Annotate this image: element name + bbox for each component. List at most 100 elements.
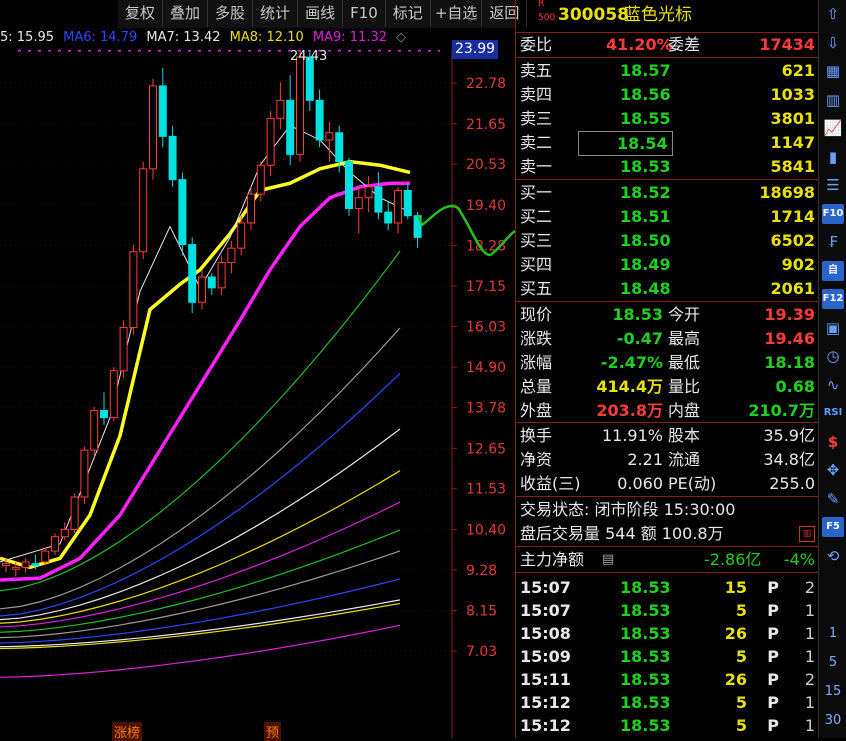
pencil-icon[interactable]: ✎ bbox=[822, 489, 844, 509]
tick-count: 1 bbox=[804, 716, 815, 735]
refresh-icon[interactable]: ⟲ bbox=[822, 546, 844, 566]
tick-count: 1 bbox=[804, 693, 815, 712]
legend-diamond-icon[interactable]: ◇ bbox=[396, 30, 406, 45]
buy-price: 18.51 bbox=[620, 207, 671, 226]
self-select-icon[interactable]: 自 bbox=[822, 260, 844, 281]
right-toolbar: ⇧ ⇩ ▦ ▥ 📈 ▮ ☰ F10 ₣ 自 F12 ▣ ◷ ∿ RSI $ ✥ ✎ F5 ⟲ 1 5 15 30 bbox=[818, 0, 846, 738]
after-hours-row: 盘后交易量 544 额 100.8万 ▥ bbox=[516, 522, 819, 545]
f5-icon[interactable]: F5 bbox=[822, 517, 844, 537]
report-icon[interactable]: ▦ bbox=[822, 61, 844, 81]
order-ratio-value: 41.20% bbox=[606, 35, 673, 54]
finance-icon[interactable]: ₣ bbox=[822, 232, 844, 252]
candle-body bbox=[315, 99, 324, 141]
price-tick-label: 13.78 bbox=[466, 401, 506, 417]
candle-chart-icon[interactable]: ▮ bbox=[822, 147, 844, 167]
period-1-button[interactable]: 1 bbox=[822, 624, 844, 644]
toolbar-fuquan-button[interactable]: 复权 bbox=[118, 0, 164, 27]
candle-body bbox=[247, 193, 255, 224]
market-code: 500 bbox=[538, 13, 556, 23]
tick-volume: 5 bbox=[735, 693, 747, 712]
stat-label: 最低 bbox=[668, 353, 701, 372]
wave-icon[interactable]: ∿ bbox=[822, 375, 844, 395]
candle-body bbox=[335, 132, 344, 163]
buy-price: 18.48 bbox=[620, 279, 671, 298]
sell-level-row: 卖四 18.56 1033 bbox=[516, 83, 819, 106]
toolbar-multi-stock-button[interactable]: 多股 bbox=[208, 0, 254, 27]
buy-volume: 902 bbox=[781, 255, 815, 274]
r-badge: R bbox=[538, 0, 545, 9]
candle-body bbox=[296, 56, 304, 155]
buy-volume: 2061 bbox=[770, 279, 815, 298]
candle-body bbox=[80, 449, 89, 498]
tick-row: 15:12 18.53 5 P 1 bbox=[516, 714, 819, 737]
rsi-icon[interactable]: RSI bbox=[822, 403, 844, 423]
ma-long-line bbox=[0, 501, 401, 628]
candle-body bbox=[60, 528, 69, 538]
bar-chart-icon[interactable]: ▥ bbox=[799, 526, 815, 542]
clock-icon[interactable]: ◷ bbox=[822, 346, 844, 366]
price-tick-label: 7.03 bbox=[466, 644, 497, 660]
quote-panel: R 500 300058 蓝色光标 委比 41.20% 委差 17434 卖五 1… bbox=[515, 0, 819, 738]
ma-yellow-thick-line bbox=[0, 159, 411, 570]
candle-body bbox=[276, 99, 285, 119]
sell-level-row: 卖三 18.55 3801 bbox=[516, 107, 819, 130]
tick-count: 1 bbox=[804, 647, 815, 666]
f12-icon[interactable]: F12 bbox=[822, 289, 844, 309]
f10-icon[interactable]: F10 bbox=[822, 203, 844, 224]
table-icon[interactable]: ▥ bbox=[822, 90, 844, 110]
toolbar-overlay-button[interactable]: 叠加 bbox=[163, 0, 209, 27]
toolbar-f10-button[interactable]: F10 bbox=[343, 0, 386, 27]
sell-volume: 1147 bbox=[770, 133, 815, 152]
tick-row: 15:07 18.53 15 P 2 bbox=[516, 576, 819, 599]
price-tick-label: 12.65 bbox=[466, 441, 506, 457]
period-15-button[interactable]: 15 bbox=[822, 682, 844, 702]
quote-stat-row: 涨跌 -0.47 最高 19.46 bbox=[516, 327, 819, 350]
tick-volume: 5 bbox=[735, 716, 747, 735]
list-icon[interactable]: ☰ bbox=[822, 175, 844, 195]
sell-price: 18.53 bbox=[620, 157, 671, 176]
stock-code: 300058 bbox=[558, 5, 629, 25]
candle-body bbox=[266, 117, 275, 166]
tick-price: 18.53 bbox=[620, 578, 671, 597]
order-ratio-row: 委比 41.20% 委差 17434 bbox=[516, 33, 819, 56]
move-icon[interactable]: ✥ bbox=[822, 460, 844, 480]
line-chart-icon[interactable]: 📈 bbox=[822, 118, 844, 138]
period-30-button[interactable]: 30 bbox=[822, 711, 844, 731]
forecast-marker[interactable]: 预 bbox=[264, 722, 282, 741]
toolbar-stats-button[interactable]: 统计 bbox=[253, 0, 299, 27]
tick-volume: 26 bbox=[724, 670, 747, 689]
price-tick-label: 14.90 bbox=[466, 360, 506, 376]
toolbar-mark-button[interactable]: 标记 bbox=[386, 0, 431, 27]
tick-count: 2 bbox=[804, 670, 815, 689]
quote-stat-row: 现价 18.53 今开 19.39 bbox=[516, 303, 819, 326]
tick-row: 15:11 18.53 26 P 2 bbox=[516, 668, 819, 691]
menu-icon[interactable]: ▤ bbox=[602, 548, 614, 571]
toolbar-add-favorite-button[interactable]: +自选 bbox=[431, 0, 483, 27]
candle-body bbox=[198, 276, 206, 303]
candle-body bbox=[109, 370, 118, 419]
tick-price: 18.53 bbox=[620, 716, 671, 735]
dollar-icon[interactable]: $ bbox=[822, 432, 844, 452]
tick-price: 18.53 bbox=[620, 693, 671, 712]
candle-body bbox=[227, 247, 236, 264]
kline-chart[interactable]: 22.7821.6520.5319.4018.2817.1516.0314.90… bbox=[0, 50, 515, 738]
period-5-button[interactable]: 5 bbox=[822, 653, 844, 673]
tick-volume: 26 bbox=[724, 624, 747, 643]
tick-row: 15:08 18.53 26 P 1 bbox=[516, 622, 819, 645]
buy-level-row: 买二 18.51 1714 bbox=[516, 205, 819, 228]
tick-time: 15:11 bbox=[520, 670, 571, 689]
buy-volume: 6502 bbox=[770, 231, 815, 250]
toolbar-draw-line-button[interactable]: 画线 bbox=[298, 0, 344, 27]
tick-flag: P bbox=[767, 647, 779, 666]
down-arrow-icon[interactable]: ⇩ bbox=[822, 33, 844, 53]
calculator-icon[interactable]: ▣ bbox=[822, 318, 844, 338]
up-arrow-icon[interactable]: ⇧ bbox=[822, 4, 844, 24]
sell-level-row: 卖一 18.53 5841 bbox=[516, 155, 819, 178]
fund-label: 股本 bbox=[668, 426, 701, 445]
tick-flag: P bbox=[767, 624, 779, 643]
fund-label: 换手 bbox=[520, 426, 553, 445]
candle-body bbox=[256, 164, 265, 195]
sell-volume: 5841 bbox=[770, 157, 815, 176]
tick-time: 15:12 bbox=[520, 716, 571, 735]
limit-up-marker[interactable]: 涨榜 bbox=[112, 722, 143, 741]
